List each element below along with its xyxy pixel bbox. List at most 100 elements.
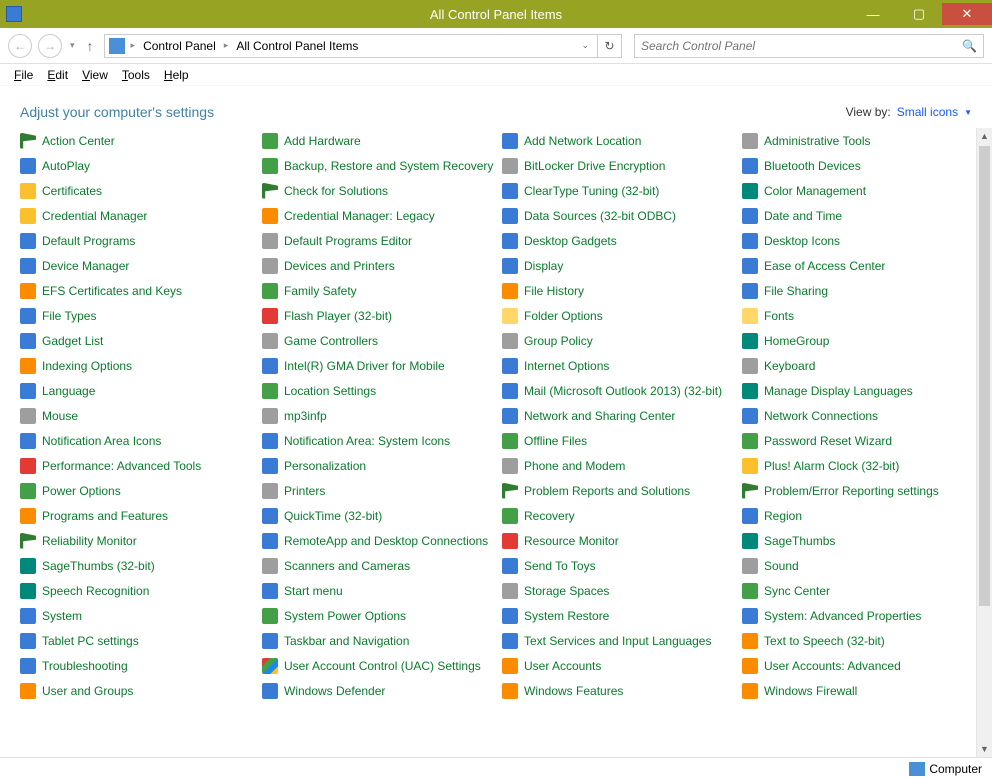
- cp-item[interactable]: Device Manager: [20, 253, 262, 278]
- cp-item[interactable]: Administrative Tools: [742, 128, 972, 153]
- address-bar[interactable]: ▸ Control Panel ▸ All Control Panel Item…: [104, 34, 598, 58]
- cp-item[interactable]: Date and Time: [742, 203, 972, 228]
- cp-item[interactable]: Credential Manager: [20, 203, 262, 228]
- cp-item[interactable]: Action Center: [20, 128, 262, 153]
- chevron-right-icon[interactable]: ▸: [129, 40, 138, 51]
- cp-item[interactable]: Performance: Advanced Tools: [20, 453, 262, 478]
- history-dropdown-icon[interactable]: ▾: [68, 40, 77, 51]
- close-button[interactable]: ✕: [942, 3, 992, 25]
- maximize-button[interactable]: ▢: [896, 3, 942, 25]
- scrollbar[interactable]: ▲ ▼: [976, 128, 992, 757]
- cp-item[interactable]: Internet Options: [502, 353, 742, 378]
- cp-item[interactable]: Sync Center: [742, 578, 972, 603]
- cp-item[interactable]: Certificates: [20, 178, 262, 203]
- cp-item[interactable]: User Accounts: Advanced: [742, 653, 972, 678]
- cp-item[interactable]: Location Settings: [262, 378, 502, 403]
- cp-item[interactable]: File History: [502, 278, 742, 303]
- cp-item[interactable]: Resource Monitor: [502, 528, 742, 553]
- cp-item[interactable]: Default Programs: [20, 228, 262, 253]
- cp-item[interactable]: Power Options: [20, 478, 262, 503]
- cp-item[interactable]: Desktop Icons: [742, 228, 972, 253]
- cp-item[interactable]: Intel(R) GMA Driver for Mobile: [262, 353, 502, 378]
- cp-item[interactable]: Game Controllers: [262, 328, 502, 353]
- cp-item[interactable]: System: [20, 603, 262, 628]
- refresh-button[interactable]: ↻: [598, 34, 622, 58]
- cp-item[interactable]: Display: [502, 253, 742, 278]
- cp-item[interactable]: Troubleshooting: [20, 653, 262, 678]
- cp-item[interactable]: Mouse: [20, 403, 262, 428]
- cp-item[interactable]: Backup, Restore and System Recovery: [262, 153, 502, 178]
- cp-item[interactable]: Recovery: [502, 503, 742, 528]
- cp-item[interactable]: Printers: [262, 478, 502, 503]
- cp-item[interactable]: Windows Firewall: [742, 678, 972, 703]
- cp-item[interactable]: Keyboard: [742, 353, 972, 378]
- up-button[interactable]: ↑: [83, 38, 98, 54]
- cp-item[interactable]: mp3infp: [262, 403, 502, 428]
- breadcrumb-item[interactable]: All Control Panel Items: [234, 39, 360, 53]
- cp-item[interactable]: Flash Player (32-bit): [262, 303, 502, 328]
- minimize-button[interactable]: —: [850, 3, 896, 25]
- cp-item[interactable]: File Sharing: [742, 278, 972, 303]
- cp-item[interactable]: System: Advanced Properties: [742, 603, 972, 628]
- cp-item[interactable]: Plus! Alarm Clock (32-bit): [742, 453, 972, 478]
- cp-item[interactable]: Add Network Location: [502, 128, 742, 153]
- back-button[interactable]: ←: [8, 34, 32, 58]
- cp-item[interactable]: Ease of Access Center: [742, 253, 972, 278]
- cp-item[interactable]: Language: [20, 378, 262, 403]
- cp-item[interactable]: Programs and Features: [20, 503, 262, 528]
- breadcrumb-item[interactable]: Control Panel: [141, 39, 218, 53]
- search-box[interactable]: 🔍: [634, 34, 984, 58]
- cp-item[interactable]: Indexing Options: [20, 353, 262, 378]
- cp-item[interactable]: Tablet PC settings: [20, 628, 262, 653]
- cp-item[interactable]: Personalization: [262, 453, 502, 478]
- cp-item[interactable]: BitLocker Drive Encryption: [502, 153, 742, 178]
- cp-item[interactable]: SageThumbs: [742, 528, 972, 553]
- cp-item[interactable]: Default Programs Editor: [262, 228, 502, 253]
- cp-item[interactable]: QuickTime (32-bit): [262, 503, 502, 528]
- cp-item[interactable]: RemoteApp and Desktop Connections: [262, 528, 502, 553]
- cp-item[interactable]: Storage Spaces: [502, 578, 742, 603]
- cp-item[interactable]: Credential Manager: Legacy: [262, 203, 502, 228]
- cp-item[interactable]: File Types: [20, 303, 262, 328]
- cp-item[interactable]: User and Groups: [20, 678, 262, 703]
- cp-item[interactable]: HomeGroup: [742, 328, 972, 353]
- cp-item[interactable]: Problem Reports and Solutions: [502, 478, 742, 503]
- address-dropdown-icon[interactable]: ⌄: [577, 40, 593, 51]
- view-by-value[interactable]: Small icons: [897, 105, 958, 119]
- cp-item[interactable]: Add Hardware: [262, 128, 502, 153]
- search-input[interactable]: [641, 39, 962, 53]
- cp-item[interactable]: Mail (Microsoft Outlook 2013) (32-bit): [502, 378, 742, 403]
- cp-item[interactable]: System Restore: [502, 603, 742, 628]
- cp-item[interactable]: Family Safety: [262, 278, 502, 303]
- cp-item[interactable]: Phone and Modem: [502, 453, 742, 478]
- cp-item[interactable]: Region: [742, 503, 972, 528]
- cp-item[interactable]: Devices and Printers: [262, 253, 502, 278]
- cp-item[interactable]: Network Connections: [742, 403, 972, 428]
- cp-item[interactable]: Offline Files: [502, 428, 742, 453]
- cp-item[interactable]: Data Sources (32-bit ODBC): [502, 203, 742, 228]
- cp-item[interactable]: Speech Recognition: [20, 578, 262, 603]
- cp-item[interactable]: Gadget List: [20, 328, 262, 353]
- cp-item[interactable]: Desktop Gadgets: [502, 228, 742, 253]
- cp-item[interactable]: ClearType Tuning (32-bit): [502, 178, 742, 203]
- cp-item[interactable]: Windows Defender: [262, 678, 502, 703]
- menu-file[interactable]: File: [8, 66, 39, 84]
- scroll-thumb[interactable]: [979, 146, 990, 606]
- cp-item[interactable]: User Accounts: [502, 653, 742, 678]
- search-icon[interactable]: 🔍: [962, 39, 977, 53]
- menu-help[interactable]: Help: [158, 66, 195, 84]
- cp-item[interactable]: Start menu: [262, 578, 502, 603]
- cp-item[interactable]: Network and Sharing Center: [502, 403, 742, 428]
- cp-item[interactable]: Fonts: [742, 303, 972, 328]
- forward-button[interactable]: →: [38, 34, 62, 58]
- cp-item[interactable]: Problem/Error Reporting settings: [742, 478, 972, 503]
- cp-item[interactable]: Notification Area: System Icons: [262, 428, 502, 453]
- cp-item[interactable]: SageThumbs (32-bit): [20, 553, 262, 578]
- cp-item[interactable]: Notification Area Icons: [20, 428, 262, 453]
- cp-item[interactable]: Folder Options: [502, 303, 742, 328]
- cp-item[interactable]: Text to Speech (32-bit): [742, 628, 972, 653]
- chevron-down-icon[interactable]: ▼: [964, 108, 972, 117]
- cp-item[interactable]: Color Management: [742, 178, 972, 203]
- cp-item[interactable]: Taskbar and Navigation: [262, 628, 502, 653]
- cp-item[interactable]: Windows Features: [502, 678, 742, 703]
